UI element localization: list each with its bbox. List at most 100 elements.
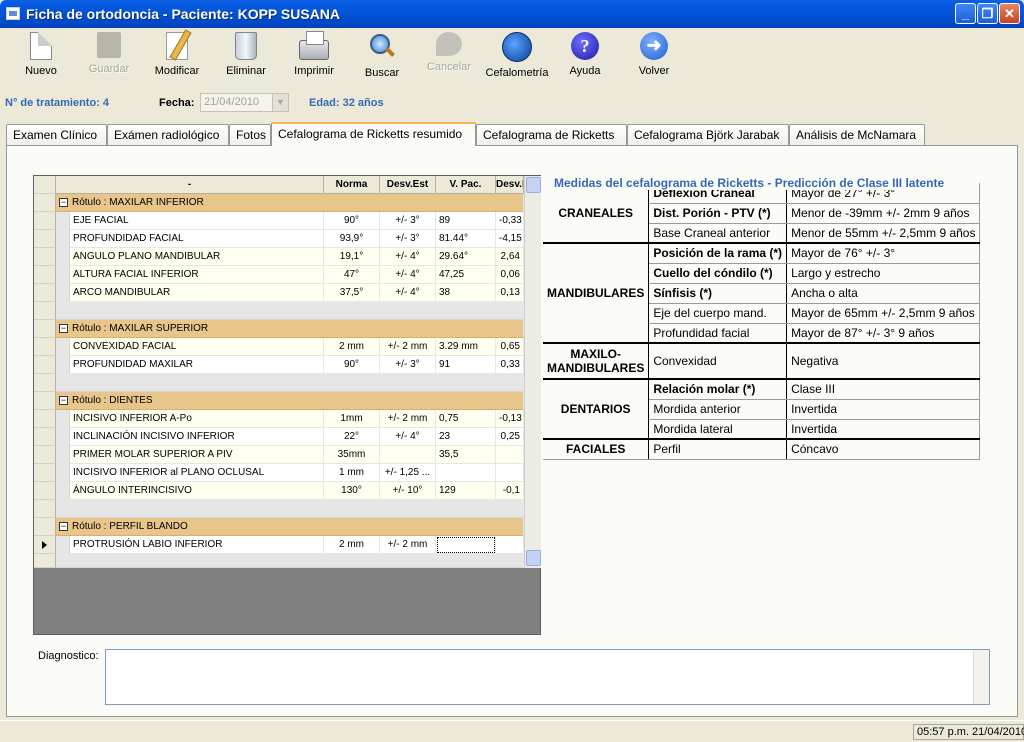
cell-norma[interactable]: 1mm [324,410,380,428]
cell-norma[interactable]: 19,1° [324,248,380,266]
cell-desv-pac[interactable]: -0,13 [496,410,524,428]
cell-norma[interactable]: 47° [324,266,380,284]
tab-cefalograma-ricketts-resumido[interactable]: Cefalograma de Ricketts resumido [271,122,476,146]
cell-desv-est[interactable]: +/- 4° [380,248,436,266]
scroll-down-icon[interactable] [526,550,541,566]
cell-desv-est[interactable]: +/- 4° [380,428,436,446]
cell-norma[interactable]: 90° [324,212,380,230]
cell-desv-pac[interactable] [496,536,524,554]
cell-desv-pac[interactable]: 0,25 [496,428,524,446]
cell-norma[interactable]: 130° [324,482,380,500]
diagnostico-scrollbar[interactable] [973,650,989,704]
cell-desv-est[interactable]: +/- 4° [380,266,436,284]
cell-v-pac-focused[interactable] [436,536,496,554]
table-row[interactable]: CONVEXIDAD FACIAL 2 mm +/- 2 mm 3.29 mm 0,65 [34,338,524,356]
tab-cefalograma-bjork-jarabak[interactable]: Cefalograma Björk Jarabak [627,124,789,146]
cell-desv-pac[interactable]: -0,1 [496,482,524,500]
buscar-button[interactable]: Buscar [362,30,402,82]
cell-desv-pac[interactable]: 0,33 [496,356,524,374]
col-header-name[interactable]: - [56,176,324,194]
nuevo-button[interactable]: Nuevo [20,30,62,82]
cell-name[interactable]: PROTRUSIÓN LABIO INFERIOR [70,536,324,554]
cell-desv-pac[interactable]: -4,15 [496,230,524,248]
close-button[interactable]: ✕ [999,3,1020,24]
cell-desv-pac[interactable]: 2,64 [496,248,524,266]
chevron-down-icon[interactable]: ▼ [272,94,288,111]
cell-norma[interactable]: 1 mm [324,464,380,482]
col-header-desv-pac[interactable]: Desv.Pac [496,176,524,194]
cancelar-button[interactable]: Cancelar [426,30,472,82]
cell-desv-pac[interactable]: 0,06 [496,266,524,284]
table-row[interactable]: PRIMER MOLAR SUPERIOR A PIV 35mm 35,5 [34,446,524,464]
table-row[interactable]: INCISIVO INFERIOR al PLANO OCLUSAL 1 mm +/… [34,464,524,482]
cell-desv-est[interactable]: +/- 2 mm [380,536,436,554]
modificar-button[interactable]: Modificar [152,30,202,82]
cell-desv-est[interactable] [380,446,436,464]
collapse-icon[interactable]: − [59,521,68,531]
cell-name[interactable]: ANGULO PLANO MANDIBULAR [70,248,324,266]
ayuda-button[interactable]: ? Ayuda [566,30,604,82]
cell-v-pac[interactable]: 129 [436,482,496,500]
cell-desv-pac[interactable] [496,464,524,482]
cell-v-pac[interactable]: 38 [436,284,496,302]
cell-name[interactable]: EJE FACIAL [70,212,324,230]
cell-name[interactable]: ALTURA FACIAL INFERIOR [70,266,324,284]
cell-desv-pac[interactable]: 0,13 [496,284,524,302]
cell-norma[interactable]: 22° [324,428,380,446]
cefalometria-button[interactable]: Cefalometría [484,30,550,82]
table-row[interactable]: PROFUNDIDAD FACIAL 93,9° +/- 3° 81.44° -4,15 [34,230,524,248]
cell-desv-est[interactable]: +/- 10° [380,482,436,500]
tab-examen-clinico[interactable]: Examen Clínico [6,124,107,146]
cell-desv-est[interactable]: +/- 1,25 ... [380,464,436,482]
cell-v-pac[interactable]: 0,75 [436,410,496,428]
cell-norma[interactable]: 2 mm [324,338,380,356]
cell-v-pac[interactable]: 47,25 [436,266,496,284]
cell-desv-est[interactable]: +/- 2 mm [380,338,436,356]
cefalograma-grid[interactable]: - Norma Desv.Est V. Pac. Desv.Pac −Rótul… [33,175,541,635]
cell-name[interactable]: ÁNGULO INTERINCISIVO [70,482,324,500]
cell-v-pac[interactable]: 89 [436,212,496,230]
cell-v-pac[interactable] [436,464,496,482]
collapse-icon[interactable]: − [59,323,68,333]
table-row[interactable]: ANGULO PLANO MANDIBULAR 19,1° +/- 4° 29.64°… [34,248,524,266]
group-row[interactable]: − Rótulo : PERFIL BLANDO [34,518,524,536]
cell-v-pac[interactable]: 29.64° [436,248,496,266]
cell-v-pac[interactable]: 81.44° [436,230,496,248]
table-row[interactable]: ALTURA FACIAL INFERIOR 47° +/- 4° 47,25 0,06 [34,266,524,284]
cell-desv-pac[interactable]: 0,65 [496,338,524,356]
tab-examen-radiologico[interactable]: Exámen radiológico [107,124,229,146]
imprimir-button[interactable]: Imprimir [292,30,336,82]
cell-v-pac[interactable]: 35,5 [436,446,496,464]
collapse-icon[interactable]: − [59,197,68,207]
tab-fotos[interactable]: Fotos [229,124,271,146]
table-row[interactable]: PROFUNDIDAD MAXILAR 90° +/- 3° 91 0,33 [34,356,524,374]
cell-name[interactable]: PRIMER MOLAR SUPERIOR A PIV [70,446,324,464]
volver-button[interactable]: ➜ Volver [634,30,674,82]
col-header-desv-est[interactable]: Desv.Est [380,176,436,194]
cell-name[interactable]: PROFUNDIDAD MAXILAR [70,356,324,374]
cell-desv-est[interactable]: +/- 2 mm [380,410,436,428]
table-row[interactable]: INCLINACIÓN INCISIVO INFERIOR 22° +/- 4° 23… [34,428,524,446]
scroll-up-icon[interactable] [526,177,541,193]
cell-desv-est[interactable]: +/- 3° [380,230,436,248]
guardar-button[interactable]: Guardar [86,30,132,82]
col-header-v-pac[interactable]: V. Pac. [436,176,496,194]
maximize-button[interactable]: ❐ [977,3,998,24]
tab-cefalograma-ricketts[interactable]: Cefalograma de Ricketts [476,124,627,146]
table-row[interactable]: EJE FACIAL 90° +/- 3° 89 -0,33 [34,212,524,230]
cell-desv-est[interactable]: +/- 4° [380,284,436,302]
table-row[interactable]: ARCO MANDIBULAR 37,5° +/- 4° 38 0,13 [34,284,524,302]
minimize-button[interactable]: _ [955,3,976,24]
cell-v-pac[interactable]: 3.29 mm [436,338,496,356]
table-row[interactable]: ÁNGULO INTERINCISIVO 130° +/- 10° 129 -0,1 [34,482,524,500]
cell-norma[interactable]: 35mm [324,446,380,464]
cell-v-pac[interactable]: 23 [436,428,496,446]
table-row[interactable]: PROTRUSIÓN LABIO INFERIOR 2 mm +/- 2 mm [34,536,524,554]
cell-norma[interactable]: 93,9° [324,230,380,248]
cell-norma[interactable]: 90° [324,356,380,374]
cell-norma[interactable]: 2 mm [324,536,380,554]
cell-name[interactable]: ARCO MANDIBULAR [70,284,324,302]
cell-name[interactable]: INCLINACIÓN INCISIVO INFERIOR [70,428,324,446]
cell-v-pac[interactable]: 91 [436,356,496,374]
cell-desv-est[interactable]: +/- 3° [380,212,436,230]
